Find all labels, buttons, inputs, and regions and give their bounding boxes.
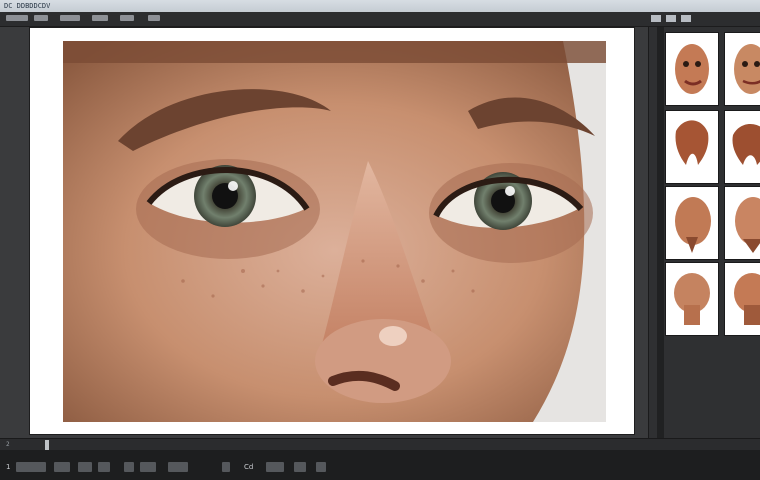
status-field-5[interactable] <box>124 462 134 472</box>
menu-item-2[interactable] <box>34 15 48 21</box>
head-thumbnail-icon <box>725 187 760 259</box>
status-field-10[interactable] <box>294 462 306 472</box>
sculpt-thumbnail-icon <box>666 111 718 183</box>
face-thumbnail-icon <box>725 33 760 105</box>
thumb-sculpt-1[interactable] <box>666 111 718 183</box>
head-thumbnail-icon <box>725 263 760 335</box>
status-field-3[interactable] <box>78 462 92 472</box>
thumb-sculpt-2[interactable] <box>725 111 760 183</box>
timeline-scrubber[interactable] <box>45 440 49 450</box>
status-field-2[interactable] <box>54 462 70 472</box>
face-thumbnail-icon <box>666 33 718 105</box>
status-bar: 1 Cd <box>0 450 760 480</box>
status-field-6[interactable] <box>140 462 156 472</box>
portrait-illustration <box>63 41 606 422</box>
app-icon[interactable] <box>651 15 661 22</box>
menu-bar <box>0 12 760 27</box>
head-thumbnail-icon <box>666 187 718 259</box>
title-bar: DC DDBDDCDV <box>0 0 760 12</box>
head-thumbnail-icon <box>666 263 718 335</box>
minimize-icon[interactable] <box>666 15 676 22</box>
thumb-face-2[interactable] <box>725 33 760 105</box>
menu-item-3[interactable] <box>60 15 80 21</box>
menu-item-1[interactable] <box>6 15 28 21</box>
status-left-label: 1 <box>6 463 11 471</box>
menu-item-6[interactable] <box>148 15 160 21</box>
thumb-head-4[interactable] <box>725 263 760 335</box>
zoom-label: Cd <box>244 463 254 471</box>
portrait-image[interactable] <box>63 41 606 422</box>
status-field-9[interactable] <box>266 462 284 472</box>
thumb-head-2[interactable] <box>725 187 760 259</box>
status-field-8[interactable] <box>222 462 230 472</box>
canvas-workspace[interactable] <box>0 27 640 437</box>
document-canvas[interactable] <box>30 28 634 434</box>
thumb-head-3[interactable] <box>666 263 718 335</box>
thumb-face-1[interactable] <box>666 33 718 105</box>
menu-item-5[interactable] <box>120 15 134 21</box>
window-title: DC DDBDDCDV <box>4 2 51 10</box>
status-field-11[interactable] <box>316 462 326 472</box>
status-field-7[interactable] <box>168 462 188 472</box>
thumb-head-1[interactable] <box>666 187 718 259</box>
menu-item-4[interactable] <box>92 15 108 21</box>
panel-gutter <box>657 27 664 438</box>
status-field-1[interactable] <box>16 462 46 472</box>
thumbnail-panel <box>648 27 760 438</box>
restore-icon[interactable] <box>681 15 691 22</box>
sculpt-thumbnail-icon <box>725 111 760 183</box>
status-field-4[interactable] <box>98 462 110 472</box>
